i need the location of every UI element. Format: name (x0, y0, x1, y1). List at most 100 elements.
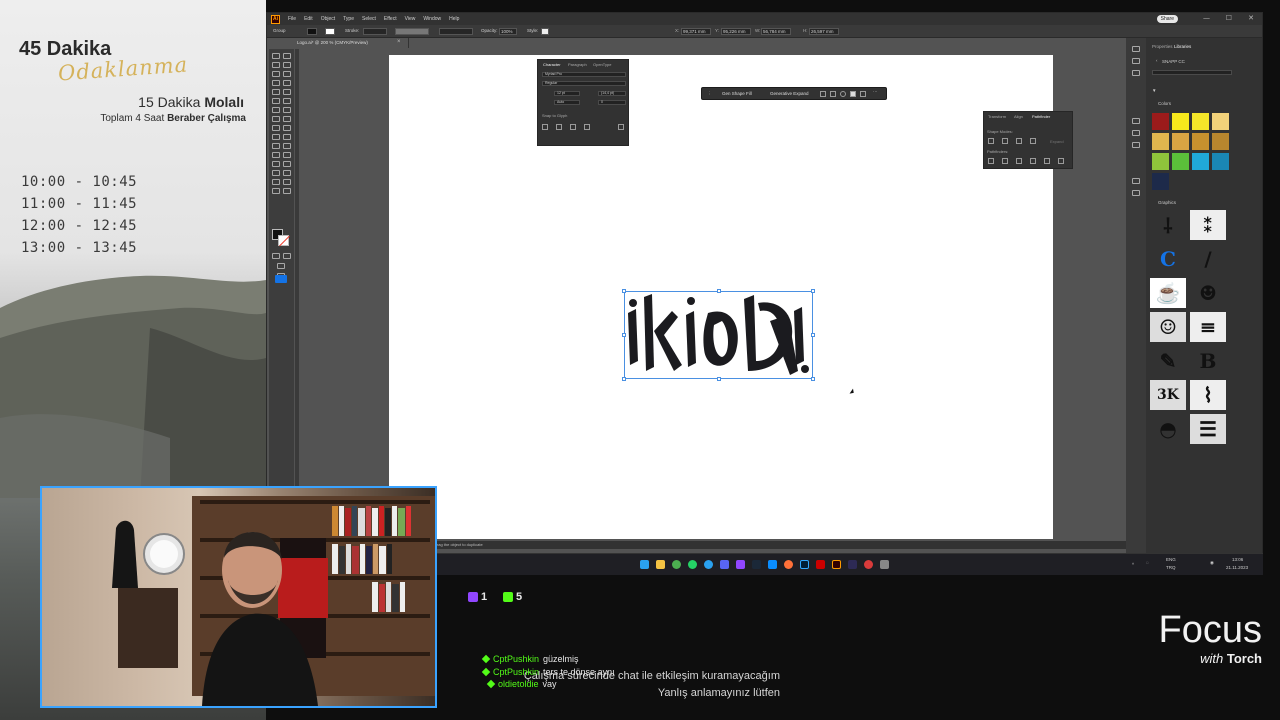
swatches-panel-icon[interactable] (1132, 190, 1140, 196)
graphic-pattern[interactable]: ≡ (1190, 312, 1226, 342)
eyedropper-tool-icon[interactable] (272, 143, 280, 149)
graphic-brush[interactable]: / (1190, 244, 1226, 274)
libraries-icon[interactable] (1132, 70, 1140, 76)
illustrator-taskbar-icon[interactable] (832, 560, 841, 569)
blend-tool-icon[interactable] (283, 143, 291, 149)
hand-tool-icon[interactable] (272, 170, 280, 176)
column-graph-tool-icon[interactable] (283, 152, 291, 158)
edit-toolbar-icon[interactable] (275, 275, 287, 283)
x-field[interactable]: 99,371 mm (681, 28, 711, 35)
y-field[interactable]: 95,226 mm (721, 28, 751, 35)
kerning-field[interactable]: Auto (554, 100, 580, 105)
start-icon[interactable] (640, 560, 649, 569)
handle-middle-right[interactable] (811, 333, 815, 337)
drag-handle-icon[interactable]: ⋮ (707, 91, 712, 97)
w-field[interactable]: 56,784 mm (761, 28, 791, 35)
handle-top-center[interactable] (717, 289, 721, 293)
glyph-snap-xheight-icon[interactable] (556, 124, 562, 130)
obs-icon[interactable] (816, 560, 825, 569)
language-indicator[interactable]: ENG (1166, 557, 1176, 562)
gradient-panel-icon[interactable] (1132, 130, 1140, 136)
discord-icon[interactable] (720, 560, 729, 569)
align-icon[interactable] (860, 91, 866, 97)
library-color-swatch[interactable] (1212, 113, 1229, 130)
library-color-swatch[interactable] (1192, 133, 1209, 150)
scissors-tool-icon[interactable] (272, 188, 280, 194)
photoshop-icon[interactable] (800, 560, 809, 569)
library-color-swatch[interactable] (1172, 133, 1189, 150)
divide-icon[interactable] (988, 158, 994, 164)
fill-swatch[interactable] (307, 28, 317, 35)
graphic-portraits[interactable]: ☺ (1150, 312, 1186, 342)
fill-toggle-icon[interactable] (850, 91, 856, 97)
clock-time[interactable]: 13:06 (1232, 557, 1243, 562)
network-icon[interactable]: ◉ (1210, 560, 1214, 566)
knife-tool-icon[interactable] (283, 179, 291, 185)
tray-chevron-icon[interactable]: ^ (1132, 562, 1134, 567)
merge-icon[interactable] (1016, 158, 1022, 164)
minimize-icon[interactable]: — (1203, 14, 1210, 22)
handle-top-right[interactable] (811, 289, 815, 293)
tab-pathfinder[interactable]: Pathfinder (1032, 114, 1050, 119)
twitch-icon[interactable] (736, 560, 745, 569)
gen-shape-fill-button[interactable]: Gen Shape Fill (722, 91, 752, 96)
artboard-tool-icon[interactable] (272, 161, 280, 167)
menu-help[interactable]: Help (449, 16, 459, 22)
whatsapp-icon[interactable] (688, 560, 697, 569)
selection-tool-icon[interactable] (272, 53, 280, 59)
handle-bottom-center[interactable] (717, 377, 721, 381)
file-explorer-icon[interactable] (656, 560, 665, 569)
handle-bottom-right[interactable] (811, 377, 815, 381)
pen-tool-icon[interactable] (272, 71, 280, 77)
crop-icon[interactable] (1030, 158, 1036, 164)
menu-file[interactable]: File (288, 16, 296, 22)
tab-character[interactable]: Character (543, 62, 561, 67)
menu-edit[interactable]: Edit (304, 16, 313, 22)
color-mode-icon[interactable] (272, 253, 280, 259)
tray-app-icon[interactable]: ◌ (1146, 560, 1149, 565)
library-color-swatch[interactable] (1172, 113, 1189, 130)
gradient-mode-icon[interactable] (283, 253, 291, 259)
close-icon[interactable]: ✕ (1248, 14, 1254, 22)
more-options-icon[interactable]: ··· (873, 89, 878, 94)
scale-tool-icon[interactable] (283, 107, 291, 113)
intersect-icon[interactable] (1016, 138, 1022, 144)
graphic-letter-b[interactable]: B (1190, 346, 1226, 376)
draw-mode-icon[interactable] (277, 263, 285, 269)
glyph-snap-angular-icon[interactable] (618, 124, 624, 130)
shaper-tool-icon[interactable] (272, 98, 280, 104)
paintbrush-tool-icon[interactable] (283, 89, 291, 95)
stroke-panel-icon[interactable] (1132, 118, 1140, 124)
tab-transform[interactable]: Transform (988, 114, 1006, 119)
line-tool-icon[interactable] (283, 80, 291, 86)
settings-icon[interactable] (880, 560, 889, 569)
glyph-snap-proximity-icon[interactable] (584, 124, 590, 130)
filter-icon[interactable]: ▼ (1152, 88, 1156, 93)
exclude-icon[interactable] (1030, 138, 1036, 144)
lasso-tool-icon[interactable] (283, 62, 291, 68)
handle-top-left[interactable] (622, 289, 626, 293)
zoom-tool-icon[interactable] (283, 170, 291, 176)
graphic-sketch-3[interactable]: ⌇ (1190, 380, 1226, 410)
recolor-icon[interactable] (840, 91, 846, 97)
brush-definition-field[interactable] (439, 28, 473, 35)
menu-view[interactable]: View (405, 16, 416, 22)
library-search-input[interactable] (1152, 70, 1232, 75)
selection-bounding-box[interactable] (622, 289, 815, 381)
stroke-swatch[interactable] (325, 28, 335, 35)
library-color-swatch[interactable] (1192, 113, 1209, 130)
outline-icon[interactable] (1044, 158, 1050, 164)
width-tool-icon[interactable] (272, 116, 280, 122)
graphic-mug[interactable]: ☕ (1150, 278, 1186, 308)
style-swatch[interactable] (541, 28, 549, 35)
rotate-tool-icon[interactable] (272, 107, 280, 113)
tab-opentype[interactable]: OpenType (593, 62, 611, 67)
font-style-field[interactable]: Regular (542, 81, 626, 86)
magic-wand-tool-icon[interactable] (272, 62, 280, 68)
graphic-text-block[interactable]: ☰ (1190, 414, 1226, 444)
minus-back-icon[interactable] (1058, 158, 1064, 164)
graphic-3k[interactable]: 3K (1150, 380, 1186, 410)
app-icon[interactable] (768, 560, 777, 569)
glyph-snap-baseline-icon[interactable] (542, 124, 548, 130)
color-panel-icon[interactable] (1132, 178, 1140, 184)
